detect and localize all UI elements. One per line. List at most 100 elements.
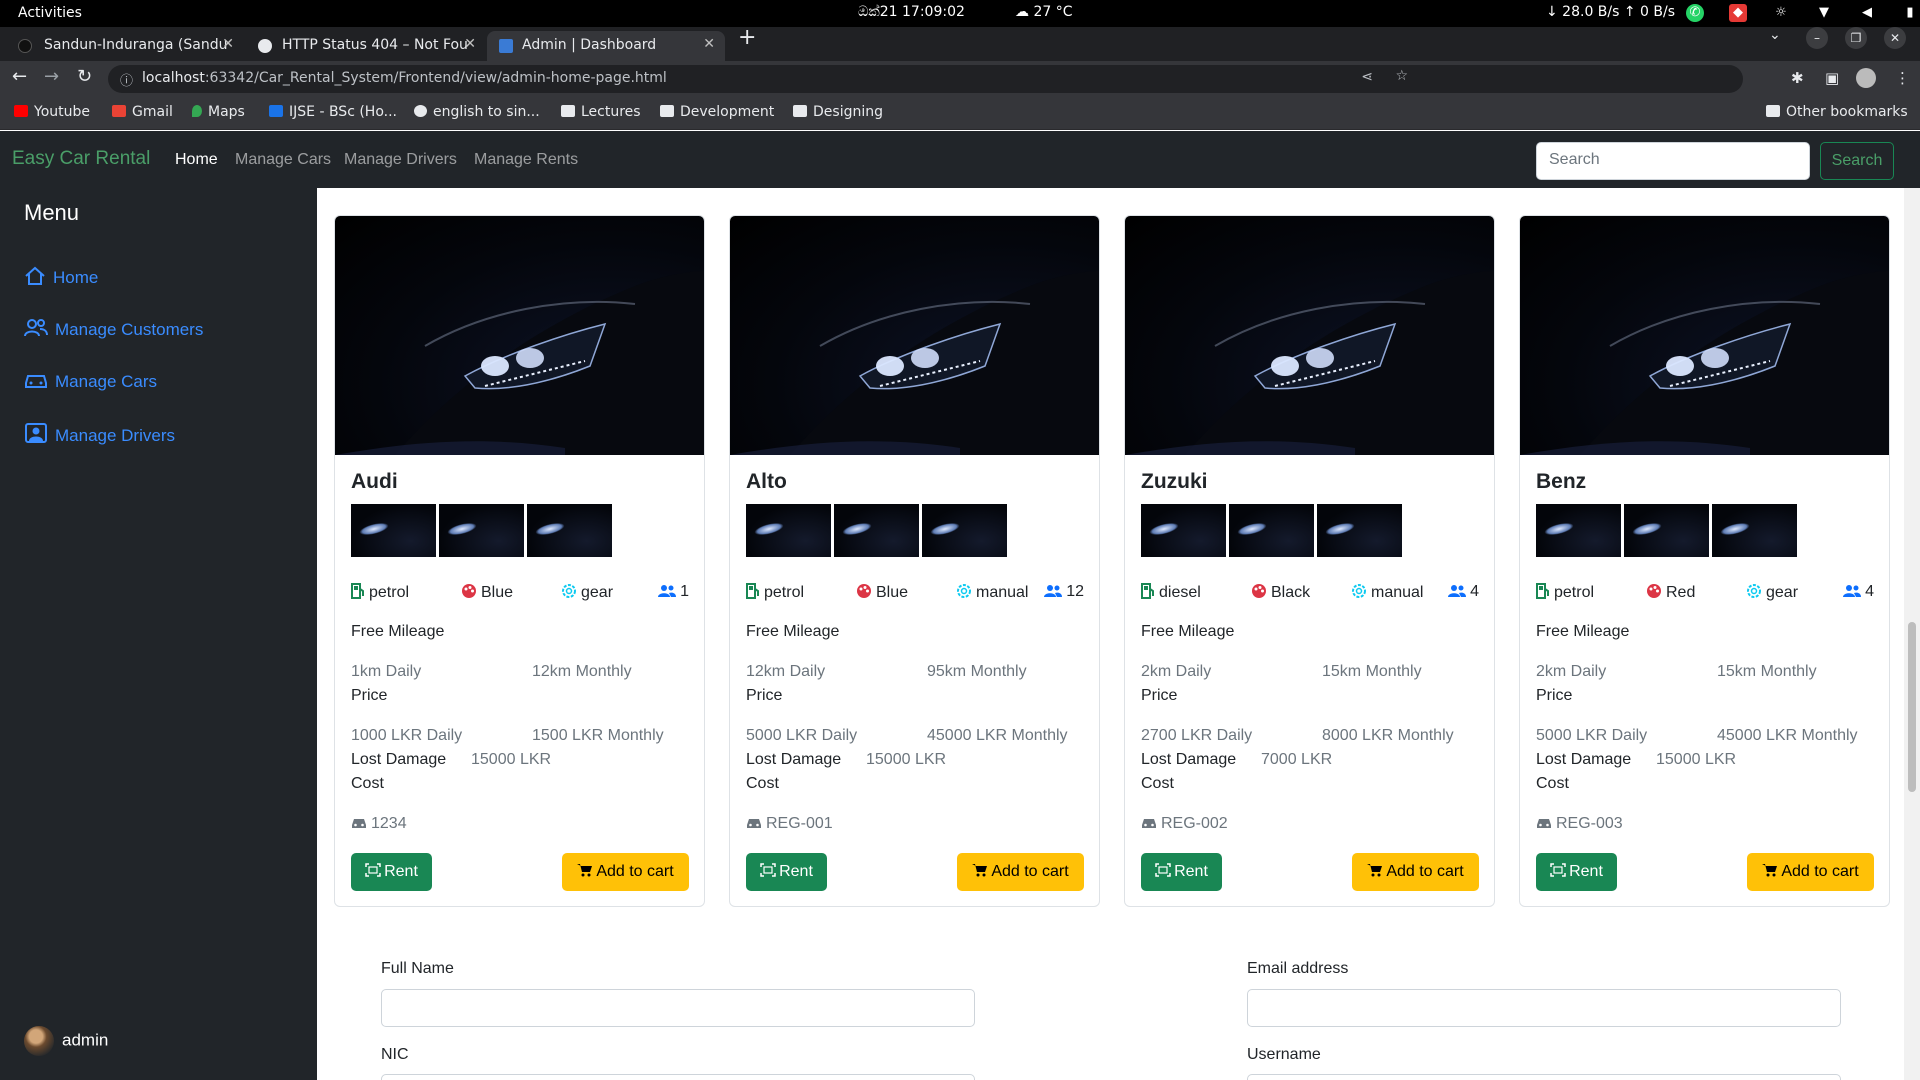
registration: REG-001 <box>746 815 833 833</box>
car-photo-art <box>335 271 704 455</box>
car-thumbnail[interactable] <box>439 504 524 557</box>
brand-logo[interactable]: Easy Car Rental <box>12 148 150 170</box>
lost-damage-label: Lost Damage <box>1141 751 1237 768</box>
fuel-type: petrol <box>1554 584 1595 601</box>
close-icon[interactable]: ✕ <box>222 36 234 52</box>
color-spec: Red <box>1646 583 1695 602</box>
car-thumbnail[interactable] <box>351 504 436 557</box>
activities-button[interactable]: Activities <box>18 5 82 21</box>
menu-kebab-icon[interactable]: ⋮ <box>1895 69 1910 87</box>
car-color: Red <box>1666 584 1696 601</box>
bookmark-folder-lectures[interactable]: Lectures <box>561 104 641 120</box>
nav-manage-rents[interactable]: Manage Rents <box>474 151 578 169</box>
tab-title: HTTP Status 404 – Not Fou <box>282 37 467 53</box>
reload-icon[interactable]: ↻ <box>77 66 92 87</box>
side-panel-icon[interactable]: ▣ <box>1825 69 1839 87</box>
car-thumbnail[interactable] <box>834 504 919 557</box>
site-navbar: Easy Car Rental Home Manage Cars Manage … <box>0 131 1920 188</box>
close-icon[interactable]: ✕ <box>703 36 715 52</box>
transmission-spec: gear <box>561 583 613 602</box>
bookmark-gmail[interactable]: Gmail <box>112 104 173 120</box>
sidebar-item-customers[interactable]: Manage Customers <box>24 318 203 340</box>
car-thumbnail[interactable] <box>1624 504 1709 557</box>
lost-damage-value: 15000 LKR <box>471 751 552 768</box>
back-icon[interactable]: ← <box>12 66 27 87</box>
site-info-icon[interactable]: ⓘ <box>120 70 133 89</box>
add-to-cart-button[interactable]: Add to cart <box>562 853 689 891</box>
whatsapp-icon[interactable]: ✆ <box>1686 4 1704 22</box>
car-thumbnail[interactable] <box>1712 504 1797 557</box>
bookmark-label: Maps <box>208 104 245 120</box>
brightness-icon[interactable]: ☼ <box>1772 4 1790 22</box>
new-tab-icon[interactable]: + <box>738 25 756 50</box>
rent-button[interactable]: Rent <box>1141 853 1222 891</box>
username-label: admin <box>62 1030 109 1050</box>
battery-icon[interactable]: ▮ <box>1901 4 1919 22</box>
bookmark-folder-development[interactable]: Development <box>660 104 774 120</box>
nav-manage-cars[interactable]: Manage Cars <box>235 151 331 169</box>
car-thumbnail[interactable] <box>1536 504 1621 557</box>
browser-tab[interactable]: HTTP Status 404 – Not Fou ✕ <box>242 31 486 61</box>
nav-home[interactable]: Home <box>175 151 218 169</box>
car-thumbnail[interactable] <box>922 504 1007 557</box>
weather-indicator[interactable]: ☁ 27 °C <box>1015 4 1073 20</box>
restore-icon[interactable]: ❐ <box>1845 27 1867 49</box>
car-thumbnail[interactable] <box>1229 504 1314 557</box>
close-icon[interactable]: ✕ <box>464 36 476 52</box>
anydesk-icon[interactable]: ◆ <box>1729 4 1747 22</box>
passengers-spec: 4 <box>1843 583 1874 601</box>
tab-search-icon[interactable]: ⌄ <box>1769 27 1781 43</box>
browser-tab[interactable]: Sandun-Induranga (Sandu ✕ <box>0 31 244 61</box>
search-button[interactable]: Search <box>1820 142 1894 180</box>
bookmark-ijse[interactable]: IJSE - BSc (Ho... <box>269 104 397 120</box>
sidebar-item-cars[interactable]: Manage Cars <box>24 370 157 392</box>
search-input[interactable]: Search <box>1536 142 1810 180</box>
car-thumbnail[interactable] <box>527 504 612 557</box>
lost-damage-value: 7000 LKR <box>1261 751 1333 768</box>
bookmark-label: Gmail <box>132 104 173 120</box>
bookmark-star-icon[interactable]: ☆ <box>1395 68 1408 84</box>
username-input[interactable] <box>1247 1074 1841 1080</box>
palette-icon <box>1252 584 1266 598</box>
registration-number: REG-001 <box>766 815 833 832</box>
minimize-icon[interactable]: – <box>1806 27 1828 49</box>
bookmark-youtube[interactable]: Youtube <box>14 104 90 120</box>
bookmark-translate[interactable]: english to sin... <box>414 104 540 120</box>
forward-icon[interactable]: → <box>44 66 59 87</box>
car-thumbnail[interactable] <box>746 504 831 557</box>
rent-button[interactable]: Rent <box>351 853 432 891</box>
full-name-input[interactable] <box>381 989 975 1027</box>
car-photo-art <box>1520 271 1889 455</box>
gear-icon <box>562 584 576 598</box>
lost-damage-label: Lost Damage <box>351 751 447 768</box>
volume-icon[interactable]: ◀ <box>1858 4 1876 22</box>
page-scrollbar-thumb[interactable] <box>1908 622 1916 792</box>
email-input[interactable] <box>1247 989 1841 1027</box>
price-label: Price <box>351 687 388 704</box>
bookmark-folder-designing[interactable]: Designing <box>793 104 883 120</box>
car-thumbnail[interactable] <box>1141 504 1226 557</box>
add-to-cart-button[interactable]: Add to cart <box>1747 853 1874 891</box>
other-bookmarks[interactable]: Other bookmarks <box>1766 104 1908 120</box>
sidebar-item-drivers[interactable]: Manage Drivers <box>24 422 175 446</box>
avatar <box>24 1026 54 1056</box>
network-speed: ↓ 28.0 B/s ↑ 0 B/s <box>1546 4 1676 20</box>
address-bar[interactable]: ⓘ localhost:63342/Car_Rental_System/Fron… <box>108 65 1743 93</box>
sidebar-item-home[interactable]: Home <box>24 266 98 288</box>
wifi-icon[interactable]: ▼ <box>1815 4 1833 22</box>
nic-input[interactable] <box>381 1074 975 1080</box>
profile-avatar[interactable] <box>1856 68 1876 88</box>
rent-button[interactable]: Rent <box>746 853 827 891</box>
rent-button[interactable]: Rent <box>1536 853 1617 891</box>
add-to-cart-button[interactable]: Add to cart <box>957 853 1084 891</box>
user-profile[interactable]: admin <box>24 1026 108 1056</box>
car-thumbnail[interactable] <box>1317 504 1402 557</box>
share-icon[interactable]: ⋖ <box>1361 69 1373 85</box>
extensions-icon[interactable]: ✱ <box>1791 69 1804 87</box>
bookmark-maps[interactable]: Maps <box>192 104 245 120</box>
clock[interactable]: ඔක්21 17:09:02 <box>858 4 965 20</box>
window-close-icon[interactable]: ✕ <box>1884 27 1906 49</box>
nav-manage-drivers[interactable]: Manage Drivers <box>344 151 457 169</box>
add-to-cart-button[interactable]: Add to cart <box>1352 853 1479 891</box>
browser-tab-active[interactable]: Admin | Dashboard ✕ <box>487 31 725 61</box>
